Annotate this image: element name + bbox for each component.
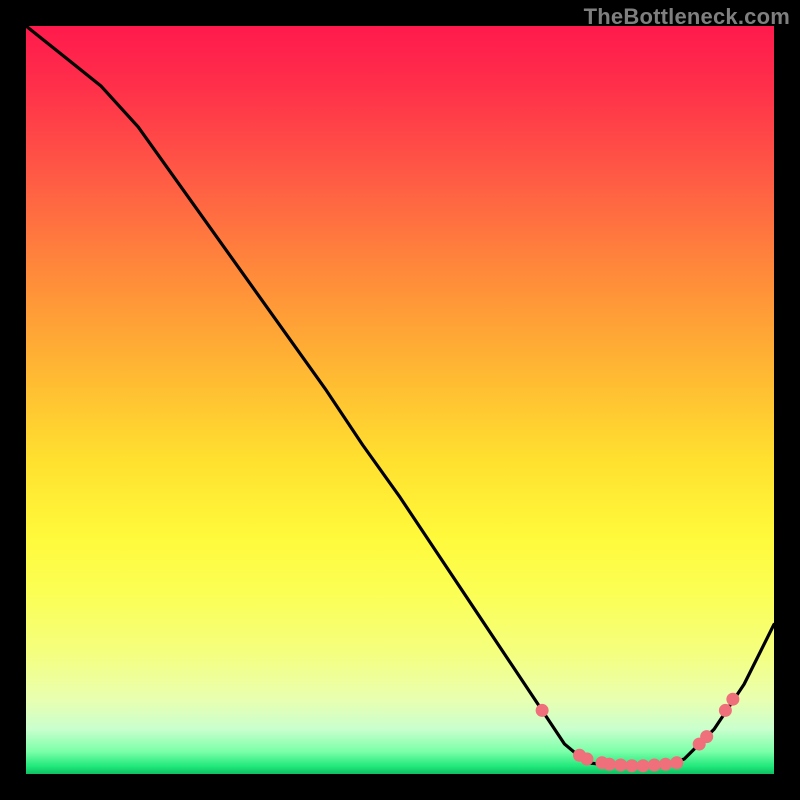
- marker-dot: [536, 704, 549, 717]
- watermark-text: TheBottleneck.com: [584, 4, 790, 30]
- series-curve: [26, 26, 774, 767]
- marker-dot: [670, 756, 683, 769]
- marker-dot: [581, 753, 594, 766]
- marker-dot: [648, 759, 661, 772]
- chart-svg: [26, 26, 774, 774]
- marker-dot: [700, 730, 713, 743]
- marker-dot: [625, 759, 638, 772]
- marker-dot: [614, 759, 627, 772]
- chart-stage: TheBottleneck.com: [0, 0, 800, 800]
- marker-dot: [659, 758, 672, 771]
- plot-area: [26, 26, 774, 774]
- marker-dot: [719, 704, 732, 717]
- marker-dot: [726, 693, 739, 706]
- series-markers: [536, 693, 740, 773]
- marker-dot: [637, 759, 650, 772]
- marker-dot: [603, 758, 616, 771]
